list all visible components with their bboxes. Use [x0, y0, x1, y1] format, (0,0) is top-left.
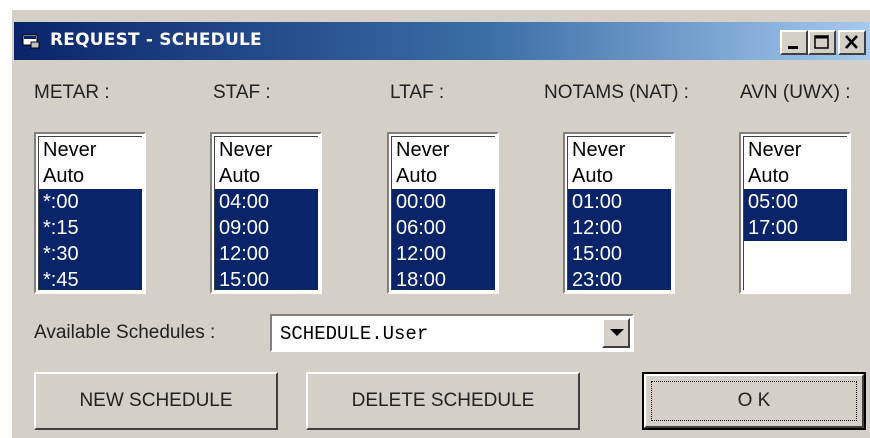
metar-list[interactable]: Never Auto *:00 *:15 *:30 *:45: [34, 132, 146, 294]
avn-label: AVN (UWX) :: [740, 82, 851, 103]
new-schedule-label: NEW SCHEDULE: [79, 390, 233, 411]
ok-label: O K: [737, 390, 771, 411]
list-option[interactable]: Auto: [215, 163, 318, 189]
notams-list[interactable]: Never Auto 01:00 12:00 15:00 23:00: [563, 132, 675, 294]
staf-list[interactable]: Never Auto 04:00 09:00 12:00 15:00: [210, 132, 322, 294]
list-option[interactable]: Auto: [744, 163, 847, 189]
list-option[interactable]: 12:00: [568, 215, 671, 241]
list-option[interactable]: 09:00: [215, 215, 318, 241]
list-option[interactable]: 15:00: [568, 241, 671, 267]
list-option[interactable]: 18:00: [392, 267, 495, 290]
window-title: REQUEST - SCHEDULE: [50, 30, 262, 50]
list-option[interactable]: Auto: [392, 163, 495, 189]
list-option[interactable]: 17:00: [744, 215, 847, 241]
list-option[interactable]: Never: [39, 137, 142, 163]
list-option[interactable]: Auto: [568, 163, 671, 189]
schedule-dropdown-button[interactable]: [602, 318, 630, 348]
list-option[interactable]: 05:00: [744, 189, 847, 215]
chevron-down-icon: [610, 329, 624, 336]
schedule-select-value: SCHEDULE.User: [280, 323, 429, 345]
list-option[interactable]: *:15: [39, 215, 142, 241]
list-option[interactable]: *:45: [39, 267, 142, 290]
delete-schedule-button[interactable]: DELETE SCHEDULE: [306, 372, 580, 430]
metar-label: METAR :: [34, 82, 110, 103]
list-option[interactable]: 15:00: [215, 267, 318, 290]
close-button[interactable]: [838, 30, 866, 55]
notams-label: NOTAMS (NAT) :: [544, 82, 689, 103]
minimize-button[interactable]: [780, 30, 808, 55]
minimize-icon: [788, 46, 798, 49]
schedule-select[interactable]: SCHEDULE.User: [270, 314, 634, 352]
list-option[interactable]: 12:00: [215, 241, 318, 267]
avn-list[interactable]: Never Auto 05:00 17:00: [739, 132, 851, 294]
list-option[interactable]: 06:00: [392, 215, 495, 241]
new-schedule-button[interactable]: NEW SCHEDULE: [34, 372, 278, 430]
list-option[interactable]: Never: [568, 137, 671, 163]
list-option[interactable]: *:30: [39, 241, 142, 267]
maximize-icon: [814, 35, 829, 49]
ok-button[interactable]: O K: [642, 372, 866, 430]
list-option[interactable]: 00:00: [392, 189, 495, 215]
staf-label: STAF :: [213, 82, 271, 103]
close-icon: [845, 35, 858, 49]
ltaf-list[interactable]: Never Auto 00:00 06:00 12:00 18:00: [387, 132, 499, 294]
list-option[interactable]: 23:00: [568, 267, 671, 290]
title-bar[interactable]: REQUEST - SCHEDULE: [14, 22, 870, 60]
list-option[interactable]: *:00: [39, 189, 142, 215]
available-schedules-label: Available Schedules :: [34, 322, 216, 343]
list-option[interactable]: Never: [215, 137, 318, 163]
ltaf-label: LTAF :: [390, 82, 445, 103]
list-option[interactable]: 12:00: [392, 241, 495, 267]
list-option[interactable]: 01:00: [568, 189, 671, 215]
list-option[interactable]: Auto: [39, 163, 142, 189]
list-option[interactable]: 04:00: [215, 189, 318, 215]
delete-schedule-label: DELETE SCHEDULE: [351, 390, 535, 411]
app-icon: [22, 33, 40, 49]
schedule-window: REQUEST - SCHEDULE METAR : STAF : LTAF :…: [10, 8, 870, 438]
maximize-button[interactable]: [808, 30, 836, 55]
list-option[interactable]: Never: [744, 137, 847, 163]
list-option[interactable]: Never: [392, 137, 495, 163]
